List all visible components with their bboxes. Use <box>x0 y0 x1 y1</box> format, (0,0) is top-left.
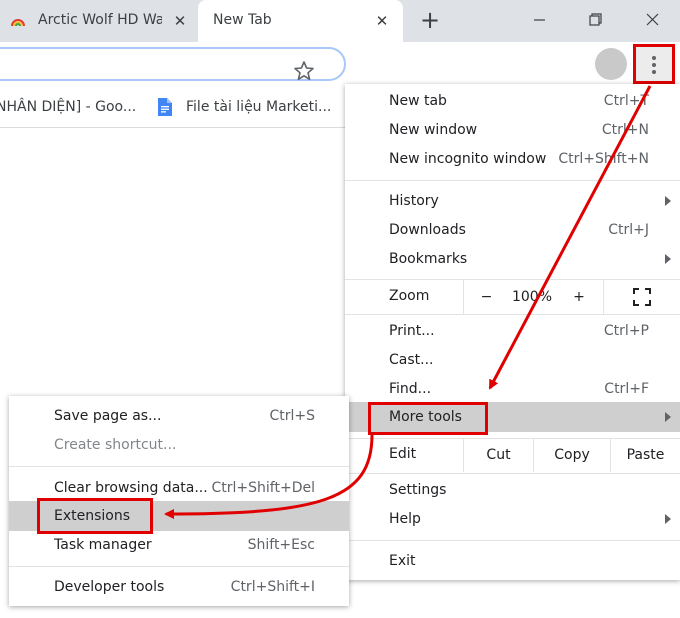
zoom-label: Zoom <box>389 288 430 304</box>
submenu-arrow-icon <box>665 254 671 264</box>
minus-icon: − <box>480 289 493 305</box>
zoom-out-button[interactable]: − <box>463 280 509 314</box>
submenu-item-shortcut: Ctrl+Shift+Del <box>211 480 315 496</box>
menu-item-history[interactable]: History <box>345 187 680 216</box>
new-tab-button[interactable]: + <box>417 8 443 34</box>
bookmark-item[interactable]: NHÂN DIỆN] - Goo... <box>0 96 136 118</box>
menu-item-exit[interactable]: Exit <box>345 547 680 576</box>
zoom-in-button[interactable]: + <box>555 280 603 314</box>
star-icon[interactable] <box>293 60 315 82</box>
menu-item-downloads[interactable]: Downloads Ctrl+J <box>345 216 680 245</box>
submenu-item-shortcut: Shift+Esc <box>247 537 315 553</box>
zoom-value: 100% <box>511 289 553 305</box>
menu-item-label: New tab <box>389 93 447 109</box>
tab-title: Arctic Wolf HD Wa <box>38 12 162 28</box>
bookmark-label: File tài liệu Marketi... <box>186 99 332 115</box>
submenu-arrow-icon <box>665 412 671 422</box>
menu-item-shortcut: Ctrl+N <box>601 122 649 138</box>
submenu-item-shortcut: Ctrl+S <box>269 408 315 424</box>
menu-item-new-window[interactable]: New window Ctrl+N <box>345 116 680 145</box>
menu-item-label: Settings <box>389 482 447 498</box>
menu-separator <box>345 314 680 315</box>
paste-button[interactable]: Paste <box>610 438 680 472</box>
menu-item-new-tab[interactable]: New tab Ctrl+T <box>345 87 680 116</box>
minimize-icon <box>534 19 545 21</box>
kebab-menu-icon <box>652 56 656 74</box>
chrome-main-menu: New tab Ctrl+T New window Ctrl+N New inc… <box>345 84 680 580</box>
submenu-item-label: Clear browsing data... <box>54 480 208 496</box>
submenu-item-create-shortcut: Create shortcut... <box>9 431 349 460</box>
menu-separator <box>345 473 680 474</box>
zoom-row: Zoom − 100% + <box>345 280 680 314</box>
edit-label: Edit <box>389 446 417 462</box>
menu-separator <box>9 566 349 567</box>
edit-row: Edit Cut Copy Paste <box>345 438 680 472</box>
menu-separator <box>345 540 680 541</box>
tab-new-tab[interactable]: New Tab ✕ <box>198 0 403 42</box>
restore-icon <box>589 13 602 26</box>
menu-item-shortcut: Ctrl+F <box>604 381 649 397</box>
submenu-item-task-manager[interactable]: Task manager Shift+Esc <box>9 531 349 560</box>
menu-item-shortcut: Ctrl+T <box>603 93 649 109</box>
cut-button[interactable]: Cut <box>463 438 533 472</box>
google-docs-icon <box>158 98 172 116</box>
annotation-box-extensions <box>37 498 153 534</box>
submenu-item-label: Save page as... <box>54 408 162 424</box>
menu-item-new-incognito[interactable]: New incognito window Ctrl+Shift+N <box>345 145 680 174</box>
menu-item-label: Print... <box>389 323 435 339</box>
plus-icon: + <box>573 289 585 305</box>
toolbar <box>0 42 680 88</box>
submenu-arrow-icon <box>665 514 671 524</box>
menu-item-help[interactable]: Help <box>345 505 680 534</box>
menu-item-label: Downloads <box>389 222 466 238</box>
menu-item-label: Bookmarks <box>389 251 468 267</box>
tab-title: New Tab <box>213 12 272 28</box>
minimize-button[interactable] <box>524 6 554 34</box>
menu-item-bookmarks[interactable]: Bookmarks <box>345 245 680 274</box>
close-window-button[interactable] <box>637 6 667 34</box>
profile-avatar[interactable] <box>595 48 627 80</box>
menu-item-shortcut: Ctrl+P <box>603 323 649 339</box>
annotation-box-more-tools <box>368 402 488 435</box>
maximize-button[interactable] <box>580 6 610 34</box>
menu-separator <box>9 466 349 467</box>
menu-item-label: Cast... <box>389 352 434 368</box>
fullscreen-icon <box>633 288 651 306</box>
fullscreen-button[interactable] <box>603 280 680 314</box>
tab-strip: Arctic Wolf HD Wa ✕ New Tab ✕ + <box>0 0 680 42</box>
tab-close-icon[interactable]: ✕ <box>372 11 392 31</box>
tab-close-icon[interactable]: ✕ <box>170 11 190 31</box>
tab-arctic-wolf[interactable]: Arctic Wolf HD Wa ✕ <box>0 0 198 42</box>
close-icon <box>646 13 659 26</box>
submenu-item-shortcut: Ctrl+Shift+I <box>230 579 315 595</box>
menu-item-find[interactable]: Find... Ctrl+F <box>345 375 680 404</box>
submenu-item-label: Task manager <box>54 537 152 553</box>
submenu-item-label: Developer tools <box>54 579 165 595</box>
bookmark-label: NHÂN DIỆN] - Goo... <box>0 99 137 115</box>
menu-item-print[interactable]: Print... Ctrl+P <box>345 317 680 346</box>
chrome-menu-button[interactable] <box>633 44 675 84</box>
menu-item-label: Find... <box>389 381 432 397</box>
menu-item-label: Exit <box>389 553 416 569</box>
rainbow-favicon-icon <box>11 19 25 27</box>
bookmark-item[interactable]: File tài liệu Marketi... <box>158 96 331 118</box>
menu-item-cast[interactable]: Cast... <box>345 346 680 375</box>
submenu-item-dev-tools[interactable]: Developer tools Ctrl+Shift+I <box>9 573 349 602</box>
menu-item-shortcut: Ctrl+Shift+N <box>558 151 649 167</box>
submenu-item-label: Create shortcut... <box>54 437 177 453</box>
menu-item-label: New window <box>389 122 478 138</box>
menu-item-label: New incognito window <box>389 151 547 167</box>
copy-button[interactable]: Copy <box>533 438 610 472</box>
submenu-arrow-icon <box>665 196 671 206</box>
menu-item-shortcut: Ctrl+J <box>608 222 649 238</box>
menu-separator <box>345 180 680 181</box>
address-bar[interactable] <box>0 47 346 81</box>
menu-item-label: Help <box>389 511 421 527</box>
submenu-item-save-page[interactable]: Save page as... Ctrl+S <box>9 402 349 431</box>
menu-item-label: History <box>389 193 439 209</box>
menu-item-settings[interactable]: Settings <box>345 476 680 505</box>
